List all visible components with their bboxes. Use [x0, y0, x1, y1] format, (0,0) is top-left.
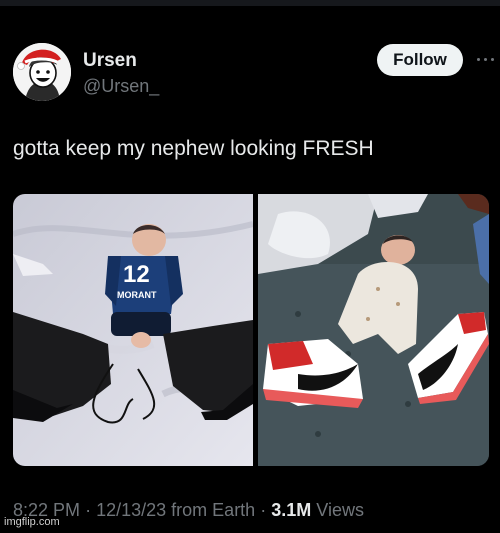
follow-button[interactable]: Follow	[377, 44, 463, 76]
jersey-number: 12	[123, 261, 150, 288]
views-count: 3.1M	[271, 500, 312, 520]
photo-baby-sneakers[interactable]	[258, 194, 489, 466]
imgflip-watermark: imgflip.com	[4, 516, 60, 528]
tweet-text: gotta keep my nephew looking FRESH	[13, 137, 374, 160]
tweet-meta: 8:22 PM · 12/13/23 from Earth · 3.1M Vie…	[13, 500, 364, 521]
avatar-cartoon-icon	[13, 43, 71, 101]
author-handle[interactable]: @Ursen_	[83, 76, 159, 97]
meta-separator: ·	[85, 500, 92, 520]
tweet-date[interactable]: 12/13/23	[96, 500, 166, 520]
photo-baby-boots[interactable]: 12 MORANT	[13, 194, 256, 466]
jersey-name: MORANT	[117, 290, 157, 300]
views-label: Views	[316, 500, 364, 520]
tweet-source: from Earth	[171, 500, 256, 520]
meta-separator: ·	[260, 500, 267, 520]
media-grid[interactable]: 12 MORANT	[13, 194, 489, 466]
more-options-icon[interactable]	[473, 48, 497, 70]
avatar[interactable]	[13, 43, 71, 101]
author-display-name[interactable]: Ursen	[83, 50, 137, 72]
top-border	[0, 0, 500, 6]
